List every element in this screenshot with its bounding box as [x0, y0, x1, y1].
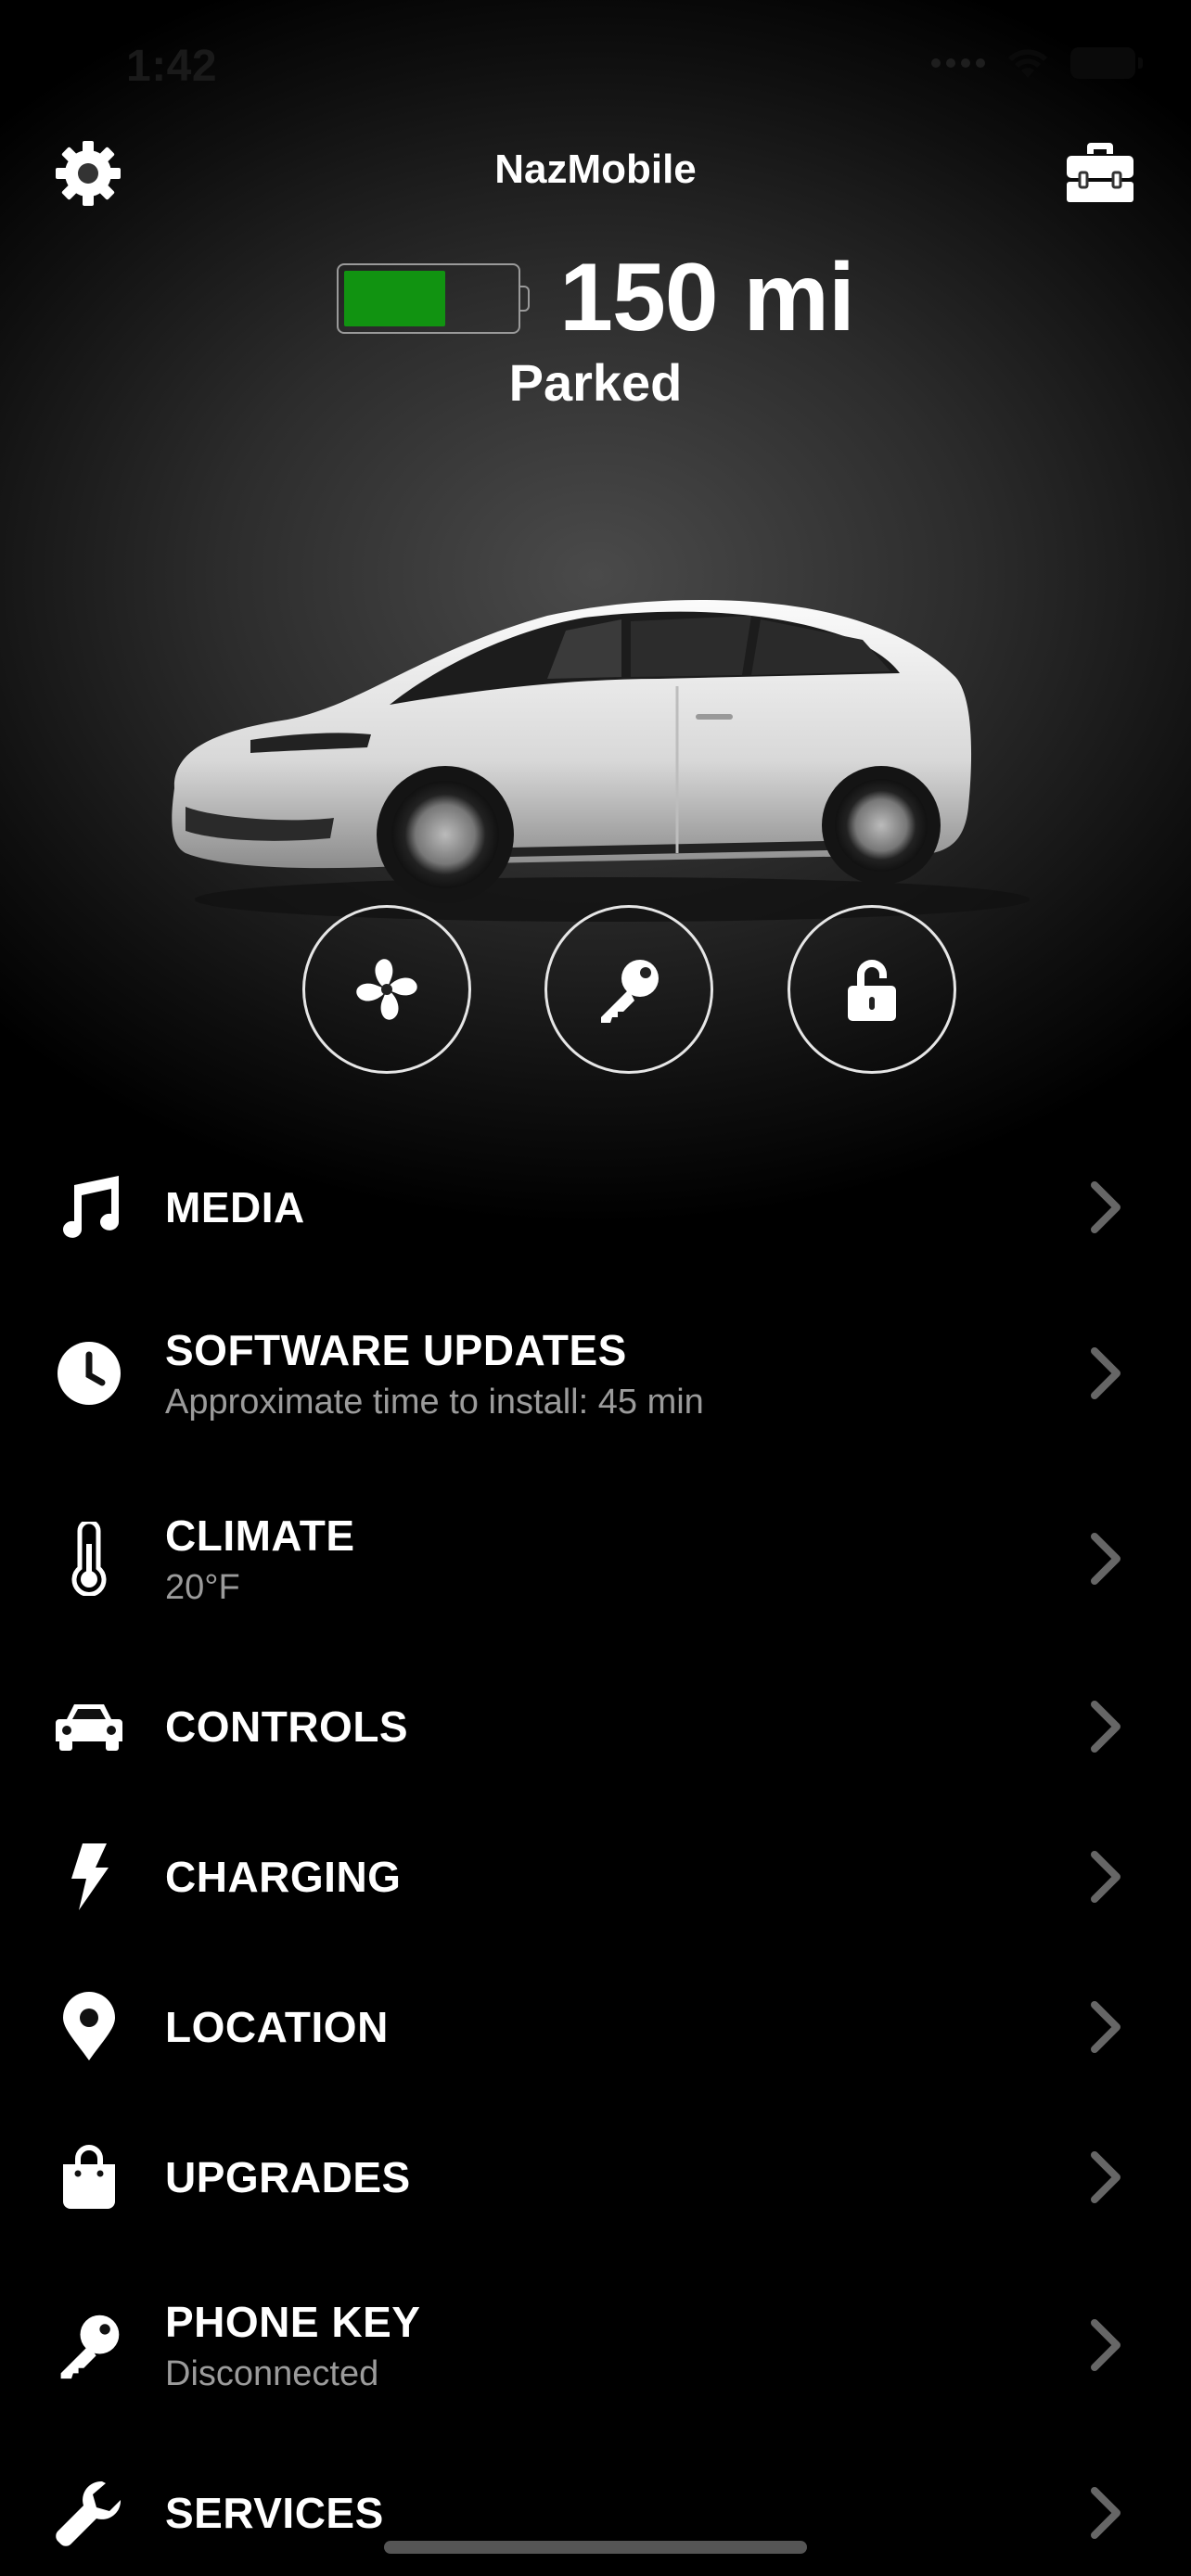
toolbox-icon[interactable] — [1063, 139, 1137, 208]
fan-icon — [356, 959, 417, 1020]
fan-button[interactable] — [302, 905, 471, 1074]
car-image — [172, 599, 1030, 922]
key-icon — [60, 2315, 120, 2379]
chevron-right-icon — [1091, 1181, 1121, 1233]
chevron-right-icon — [1091, 1347, 1121, 1399]
vehicle-state: Parked — [508, 353, 683, 412]
menu-item-phone-key[interactable]: PHONE KEY Disconnected — [0, 2294, 1191, 2396]
menu-item-controls[interactable]: CONTROLS — [0, 1690, 1191, 1764]
range-display: 150 mi — [0, 243, 1191, 353]
range-value: 150 mi — [559, 244, 855, 351]
car-icon — [56, 1704, 122, 1751]
status-time: 1:42 — [126, 42, 218, 91]
menu-item-media[interactable]: MEDIA — [0, 1170, 1191, 1244]
wifi-icon — [1008, 49, 1047, 78]
thermometer-icon — [71, 1522, 107, 1596]
menu-item-label: CLIMATE — [165, 1511, 355, 1560]
wrench-icon — [56, 2480, 122, 2546]
menu-item-label: SERVICES — [165, 2489, 384, 2537]
chevron-right-icon — [1091, 2151, 1121, 2203]
chevron-right-icon — [1091, 2001, 1121, 2053]
status-battery-icon — [1070, 47, 1143, 79]
chevron-right-icon — [1091, 2319, 1121, 2371]
menu-item-upgrades[interactable]: UPGRADES — [0, 2140, 1191, 2214]
chevron-right-icon — [1091, 2487, 1121, 2539]
menu-item-subtitle: 20°F — [165, 1567, 240, 1607]
menu-item-subtitle: Approximate time to install: 45 min — [165, 1382, 704, 1422]
cellular-signal-icon — [931, 58, 985, 68]
menu-item-services[interactable]: SERVICES — [0, 2476, 1191, 2550]
menu-item-climate[interactable]: CLIMATE 20°F — [0, 1508, 1191, 1610]
menu-item-label: PHONE KEY — [165, 2297, 421, 2346]
menu-item-subtitle: Disconnected — [165, 2353, 379, 2393]
menu-item-label: MEDIA — [165, 1183, 305, 1231]
menu-item-charging[interactable]: CHARGING — [0, 1840, 1191, 1914]
home-indicator[interactable] — [384, 2541, 807, 2554]
key-button[interactable] — [544, 905, 713, 1074]
music-note-icon — [63, 1176, 119, 1238]
chevron-right-icon — [1091, 1851, 1121, 1903]
clock-icon — [58, 1342, 121, 1405]
menu-item-label: SOFTWARE UPDATES — [165, 1325, 627, 1374]
chevron-right-icon — [1091, 1533, 1121, 1585]
menu-item-software-updates[interactable]: SOFTWARE UPDATES Approximate time to ins… — [0, 1322, 1191, 1424]
menu-item-label: LOCATION — [165, 2003, 389, 2051]
menu-item-location[interactable]: LOCATION — [0, 1990, 1191, 2064]
menu-item-label: CHARGING — [165, 1853, 402, 1901]
battery-gauge — [337, 262, 531, 334]
chevron-right-icon — [1091, 1701, 1121, 1753]
menu-item-label: CONTROLS — [165, 1702, 409, 1751]
key-icon — [601, 960, 659, 1023]
unlock-icon — [848, 960, 896, 1021]
map-pin-icon — [63, 1992, 115, 2060]
battery-fill — [344, 270, 446, 326]
bolt-icon — [71, 1843, 109, 1910]
shopping-bag-icon — [63, 2145, 115, 2209]
vehicle-name: NazMobile — [494, 147, 697, 192]
unlock-button[interactable] — [788, 905, 956, 1074]
menu-item-label: UPGRADES — [165, 2153, 411, 2201]
status-icons — [931, 46, 1143, 80]
